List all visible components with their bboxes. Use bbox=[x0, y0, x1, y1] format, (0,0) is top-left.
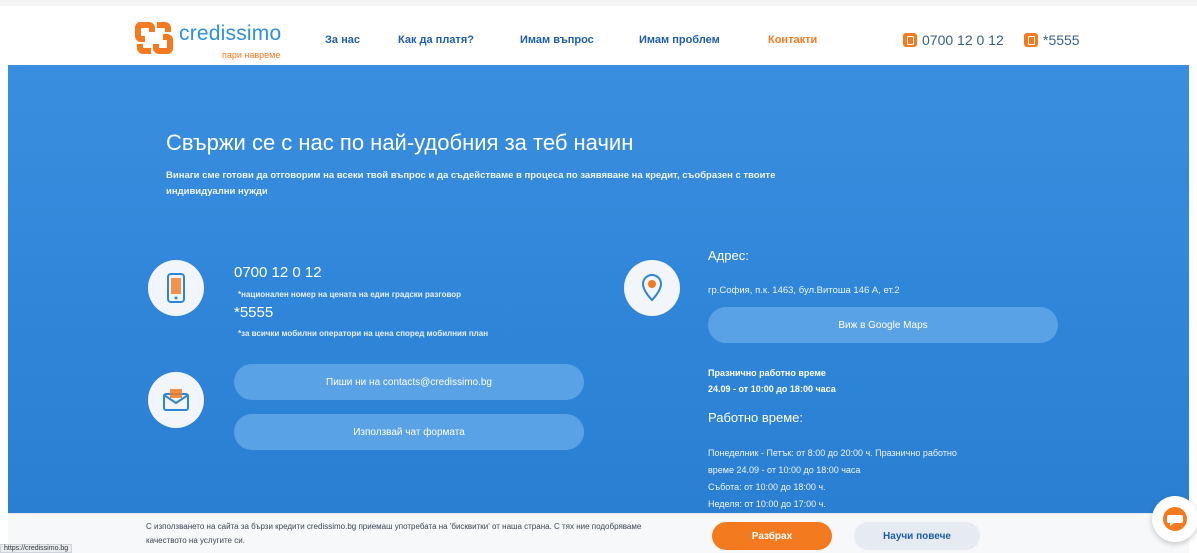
email-button[interactable]: Пиши ни на contacts@credissimo.bg bbox=[234, 364, 584, 400]
nav-contacts[interactable]: Контакти bbox=[768, 34, 817, 46]
holiday-title: Празнично работно време bbox=[708, 368, 826, 378]
working-hours-title: Работно време: bbox=[708, 410, 803, 425]
logo-wordmark: credissimo bbox=[179, 22, 282, 45]
phone-note: *национален номер на цената на един град… bbox=[238, 290, 462, 299]
nav-how-to-pay[interactable]: Как да платя? bbox=[398, 34, 474, 46]
short-number-note: *за всички мобилни оператори на цена спо… bbox=[238, 329, 489, 338]
mobile-phone-icon bbox=[148, 260, 204, 316]
cookie-banner: С използването на сайта за бързи кредити… bbox=[8, 513, 1189, 553]
hours-line: Понеделник - Петък: от 8:00 до 20:00 ч. … bbox=[708, 448, 957, 458]
hours-line: време 24.09 - от 10:00 до 18:00 часа bbox=[708, 465, 861, 475]
cookie-text: С използването на сайта за бързи кредити… bbox=[146, 522, 642, 545]
contacts-hero: Свържи се с нас по най-удобния за теб на… bbox=[8, 65, 1189, 513]
hours-line: Неделя: от 10:00 до 17:00 ч. bbox=[708, 499, 826, 509]
hours-line: Събота: от 10:00 до 18:00 ч. bbox=[708, 482, 826, 492]
email-icon bbox=[148, 372, 204, 428]
cookie-accept-button[interactable]: Разбрах bbox=[712, 522, 832, 550]
nav-question[interactable]: Имам въпрос bbox=[520, 34, 594, 46]
phone-icon bbox=[1024, 33, 1038, 47]
logo-mark-icon bbox=[135, 22, 173, 54]
header-phone-main-text: 0700 12 0 12 bbox=[922, 32, 1004, 48]
chat-form-button[interactable]: Използвай чат формата bbox=[234, 414, 584, 450]
holiday-line: 24.09 - от 10:00 до 18:00 часа bbox=[708, 384, 836, 394]
nav-about[interactable]: За нас bbox=[325, 34, 360, 46]
short-number: *5555 bbox=[234, 304, 274, 321]
holiday-hours: Празнично работно време 24.09 - от 10:00… bbox=[708, 365, 968, 397]
credissimo-logo[interactable]: credissimo пари навреме bbox=[135, 16, 300, 64]
nav-problem[interactable]: Имам проблем bbox=[639, 34, 720, 46]
logo-tagline: пари навреме bbox=[222, 50, 281, 60]
phone-number: 0700 12 0 12 bbox=[234, 264, 322, 281]
page-title: Свържи се с нас по най-удобния за теб на… bbox=[166, 130, 634, 155]
location-pin-icon bbox=[624, 260, 680, 316]
google-maps-button[interactable]: Виж в Google Maps bbox=[708, 307, 1058, 343]
header-phone-short[interactable]: *5555 bbox=[1024, 32, 1080, 48]
phone-icon bbox=[903, 33, 917, 47]
address-title: Адрес: bbox=[708, 248, 749, 263]
address-text: гр.София, п.к. 1463, бул.Витоша 146 А, е… bbox=[708, 285, 900, 296]
header-phone-main[interactable]: 0700 12 0 12 bbox=[903, 32, 1004, 48]
browser-status-url: https://credissimo.bg bbox=[0, 544, 73, 553]
chat-launcher-button[interactable] bbox=[1152, 496, 1197, 542]
header-phone-short-text: *5555 bbox=[1043, 32, 1080, 48]
working-hours: Понеделник - Петък: от 8:00 до 20:00 ч. … bbox=[708, 445, 1048, 513]
chat-bubble-icon bbox=[1163, 507, 1187, 531]
site-header: credissimo пари навреме За нас Как да пл… bbox=[0, 0, 1197, 65]
page-subtitle: Винаги сме готови да отговорим на всеки … bbox=[166, 170, 776, 197]
cookie-learn-more-button[interactable]: Научи повече bbox=[854, 522, 980, 550]
